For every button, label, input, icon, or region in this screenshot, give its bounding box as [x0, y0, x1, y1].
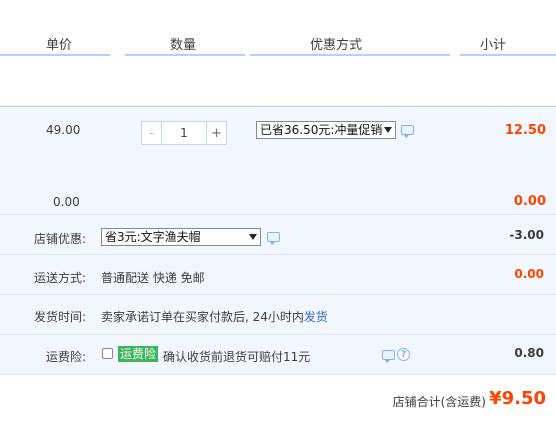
decrease-quantity-button[interactable]: -	[141, 121, 162, 145]
shop-summary: 店铺优惠: 省3元:文字渔夫帽 -3.00 运送方式: 普通配送 快递 免邮 0…	[0, 214, 556, 374]
header-underline	[125, 54, 245, 56]
shipping-insurance-checkbox[interactable]	[102, 348, 113, 359]
shop-total-label: 店铺合计(含运费)	[392, 395, 486, 409]
shipping-insurance-amount: 0.80	[514, 346, 544, 360]
shop-total-row: 店铺合计(含运费) ¥9.50	[0, 374, 556, 429]
message-icon[interactable]	[267, 232, 280, 245]
header-underline	[0, 54, 110, 56]
shop-discount-select[interactable]: 省3元:文字渔夫帽	[101, 228, 261, 246]
header-subtotal: 小计	[480, 38, 507, 53]
shipping-method: 普通配送 快递 免邮	[101, 271, 205, 285]
shipping-insurance-label: 运费险:	[45, 350, 86, 364]
message-icon[interactable]	[401, 125, 414, 138]
shipping-row: 运送方式: 普通配送 快递 免邮 0.00	[0, 254, 556, 294]
shipping-insurance-badge: 运费险	[118, 346, 159, 362]
delivery-link[interactable]: 发货	[304, 310, 328, 324]
delivery-time-text: 卖家承诺订单在买家付款后, 24小时内发货	[101, 308, 328, 325]
shop-discount-amount: -3.00	[509, 228, 544, 242]
delivery-time-row: 发货时间: 卖家承诺订单在买家付款后, 24小时内发货	[0, 294, 556, 334]
quantity-input[interactable]: 1	[162, 121, 206, 145]
help-icon[interactable]: ?	[397, 348, 410, 361]
header-underline	[460, 54, 556, 56]
header-quantity: 数量	[170, 38, 197, 53]
order-item: 49.00 - 1 + 已省36.50元:冲量促销 12.50 0.00 0.0…	[0, 106, 556, 214]
extra-subtotal: 0.00	[513, 194, 546, 209]
extra-price: 0.00	[53, 195, 80, 209]
promotion-select-value: 已省36.50元:冲量促销	[260, 123, 383, 137]
item-price: 49.00	[46, 123, 81, 137]
shipping-amount: 0.00	[514, 267, 544, 281]
delivery-promise: 卖家承诺订单在买家付款后, 24小时内	[101, 310, 304, 324]
item-subtotal: 12.50	[504, 123, 546, 138]
message-icon[interactable]	[382, 350, 395, 363]
header-price: 单价	[46, 38, 73, 53]
dropdown-arrow-icon	[249, 234, 257, 240]
increase-quantity-button[interactable]: +	[206, 121, 227, 145]
shipping-insurance-text: 确认收货前退货可赔付11元	[163, 350, 311, 364]
shop-total-value: ¥9.50	[489, 388, 546, 409]
promotion-select[interactable]: 已省36.50元:冲量促销	[256, 121, 396, 139]
quantity-stepper: - 1 +	[141, 121, 227, 145]
header-promotion: 优惠方式	[310, 38, 363, 53]
shipping-label: 运送方式:	[33, 271, 86, 285]
shop-discount-value: 省3元:文字渔夫帽	[105, 230, 201, 244]
dropdown-arrow-icon	[384, 127, 392, 133]
header-underline	[250, 54, 450, 56]
table-header: 单价 数量 优惠方式 小计	[0, 0, 556, 56]
delivery-time-label: 发货时间:	[33, 310, 86, 324]
shop-discount-label: 店铺优惠:	[33, 232, 86, 246]
shipping-insurance-row: 运费险: 运费险 确认收货前退货可赔付11元 ? 0.80	[0, 334, 556, 374]
shop-discount-row: 店铺优惠: 省3元:文字渔夫帽 -3.00	[0, 214, 556, 254]
